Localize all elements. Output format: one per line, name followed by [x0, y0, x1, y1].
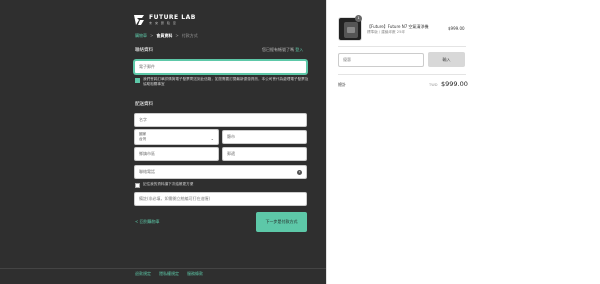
zip-field[interactable]: 郵遞: [222, 147, 307, 161]
country-select[interactable]: 國家 台灣 ⌄: [134, 129, 219, 145]
email-field[interactable]: 電子郵件: [134, 60, 307, 74]
email-placeholder: 電子郵件: [139, 64, 155, 69]
newsletter-row: 我們會將訂單詳情與電子發票寄送到此信箱，如您需要訂閱最新優惠資訊，本公司會代為處…: [135, 77, 309, 87]
shipping-section-title: 配送資料: [135, 102, 153, 107]
coupon-placeholder: 優惠: [343, 57, 351, 62]
breadcrumb-cart[interactable]: 購物車: [135, 33, 147, 39]
zip-placeholder: 郵遞: [227, 151, 235, 156]
login-prompt-text: 您已經有帳號了嗎: [262, 47, 294, 52]
help-icon[interactable]: ?: [297, 170, 302, 175]
total-amount: $999.00: [441, 80, 468, 88]
quantity-badge: 1: [355, 15, 362, 22]
login-prompt: 您已經有帳號了嗎 登入: [262, 47, 303, 53]
summary-divider: [338, 46, 466, 47]
newsletter-checkbox[interactable]: [135, 77, 140, 83]
product-image-detail: [347, 27, 355, 33]
save-info-row: 記住我的資料讓下次結帳更方便: [135, 182, 193, 188]
breadcrumb-payment: 付款方式: [181, 33, 198, 38]
city-field[interactable]: 縣市: [222, 130, 307, 144]
product-variant: 標準版 / 建議坪數 25坪: [367, 30, 405, 34]
order-summary-panel: [326, 0, 600, 284]
newsletter-text: 我們會將訂單詳情與電子發票寄送到此信箱，如您需要訂閱最新優惠資訊，本公司會代為處…: [143, 77, 309, 86]
note-field[interactable]: 備註(非必填，如需開立統編可打在這喔): [134, 192, 307, 206]
coupon-input[interactable]: 優惠: [338, 53, 424, 67]
coupon-apply-button[interactable]: 輸入: [428, 52, 465, 67]
note-placeholder: 備註(非必填，如需開立統編可打在這喔): [139, 196, 211, 201]
brand-logo[interactable]: FUTURE LAB 未 來 實 驗 室: [133, 14, 196, 26]
name-placeholder: 名字: [139, 117, 147, 122]
future-lab-logo-icon: [134, 15, 144, 25]
summary-divider: [338, 74, 466, 75]
country-value: 台灣: [139, 137, 147, 141]
city-placeholder: 縣市: [227, 134, 235, 139]
checkout-panel: FUTURE LAB 未 來 實 驗 室 購物車 > 會員資料 > 付款方式 聯…: [0, 0, 326, 284]
name-field[interactable]: 名字: [134, 113, 307, 127]
phone-placeholder: 聯絡電話: [139, 169, 155, 174]
breadcrumb: 購物車 > 會員資料 > 付款方式: [135, 33, 198, 39]
product-price: $999.00: [448, 26, 465, 31]
login-link[interactable]: 登入: [295, 47, 303, 52]
breadcrumb-separator: >: [150, 33, 154, 38]
footer-link-privacy[interactable]: 隱私權規定: [159, 271, 179, 277]
district-placeholder: 鄉鎮市區: [139, 151, 155, 156]
save-info-text: 記住我的資料讓下次結帳更方便: [143, 182, 194, 186]
footer-links: 退款規定 隱私權規定 服務條款: [135, 271, 203, 277]
footer-link-refund[interactable]: 退款規定: [135, 271, 151, 277]
total-label: 總計: [338, 82, 346, 87]
brand-subtitle: 未 來 實 驗 室: [149, 21, 177, 25]
footer-link-terms[interactable]: 服務條款: [187, 271, 203, 277]
district-field[interactable]: 鄉鎮市區: [134, 147, 219, 161]
next-step-button[interactable]: 下一步是付款方式: [256, 212, 307, 232]
back-to-cart-link[interactable]: < 回到購物車: [135, 219, 160, 225]
breadcrumb-info: 會員資料: [156, 33, 173, 38]
footer-divider: [0, 268, 326, 269]
breadcrumb-separator: >: [175, 33, 179, 38]
contact-section-title: 聯絡資料: [135, 48, 153, 53]
phone-field[interactable]: 聯絡電話 ?: [134, 165, 307, 179]
chevron-down-icon: ⌄: [210, 136, 214, 141]
total-currency: TWD: [429, 83, 438, 87]
save-info-checkbox[interactable]: [135, 182, 140, 188]
